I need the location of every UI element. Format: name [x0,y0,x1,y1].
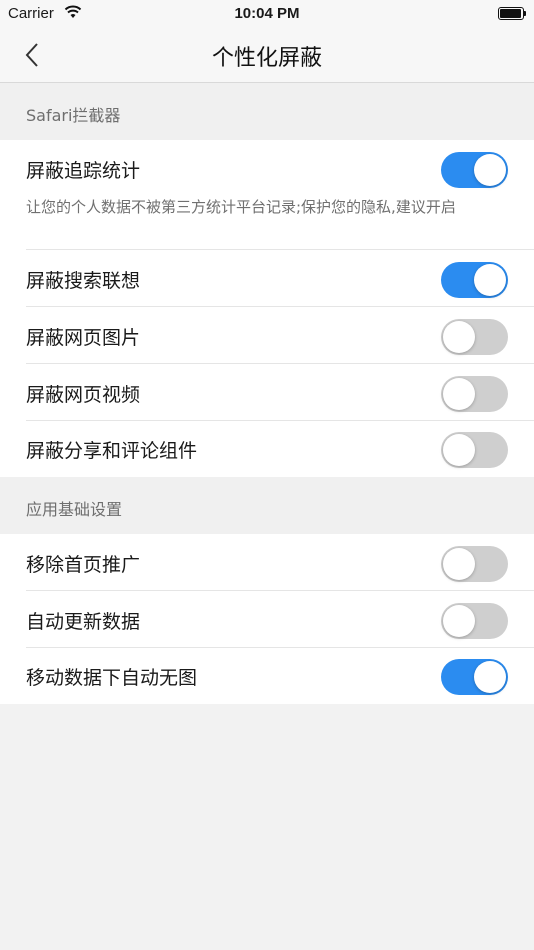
toggle-auto-update-data[interactable] [441,603,508,639]
setting-label: 移除首页推广 [26,554,141,576]
setting-label: 屏蔽分享和评论组件 [26,440,198,462]
settings-group-safari-blocker: 屏蔽追踪统计 让您的个人数据不被第三方统计平台记录;保护您的隐私,建议开启 屏蔽… [0,140,534,477]
section-header-label: Safari拦截器 [26,106,121,125]
setting-label: 屏蔽追踪统计 [26,160,141,182]
status-time: 10:04 PM [234,5,300,22]
toggle-block-tracking[interactable] [441,152,508,188]
setting-label: 屏蔽搜索联想 [26,270,141,292]
setting-row-block-share-comments: 屏蔽分享和评论组件 [0,420,534,477]
setting-label: 自动更新数据 [26,611,141,633]
setting-row-block-tracking: 屏蔽追踪统计 让您的个人数据不被第三方统计平台记录;保护您的隐私,建议开启 [0,140,534,250]
status-bar: Carrier 10:04 PM [0,0,534,28]
toggle-block-share-comments[interactable] [441,432,508,468]
navigation-bar: 个性化屏蔽 [0,28,534,83]
setting-row-block-search-suggest: 屏蔽搜索联想 [0,250,534,307]
setting-label: 屏蔽网页视频 [26,384,141,406]
toggle-no-images-on-cellular[interactable] [441,659,508,695]
section-header-safari-blocker: Safari拦截器 [0,83,534,140]
settings-group-app-basic: 移除首页推广 自动更新数据 移动数据下自动无图 [0,534,534,704]
toggle-block-images[interactable] [441,319,508,355]
section-header-app-basic-settings: 应用基础设置 [0,477,534,534]
page-title: 个性化屏蔽 [211,46,322,71]
setting-row-block-images: 屏蔽网页图片 [0,307,534,364]
toggle-block-videos[interactable] [441,376,508,412]
setting-label: 移动数据下自动无图 [26,667,198,689]
toggle-block-search-suggest[interactable] [441,262,508,298]
setting-row-remove-home-promo: 移除首页推广 [0,534,534,591]
setting-description: 让您的个人数据不被第三方统计平台记录;保护您的隐私,建议开启 [26,198,456,216]
battery-icon [498,7,526,20]
setting-row-block-videos: 屏蔽网页视频 [0,364,534,421]
setting-label: 屏蔽网页图片 [26,327,141,349]
setting-row-auto-update-data: 自动更新数据 [0,591,534,648]
setting-row-no-images-on-cellular: 移动数据下自动无图 [0,647,534,704]
toggle-remove-home-promo[interactable] [441,546,508,582]
section-header-label: 应用基础设置 [26,500,123,519]
